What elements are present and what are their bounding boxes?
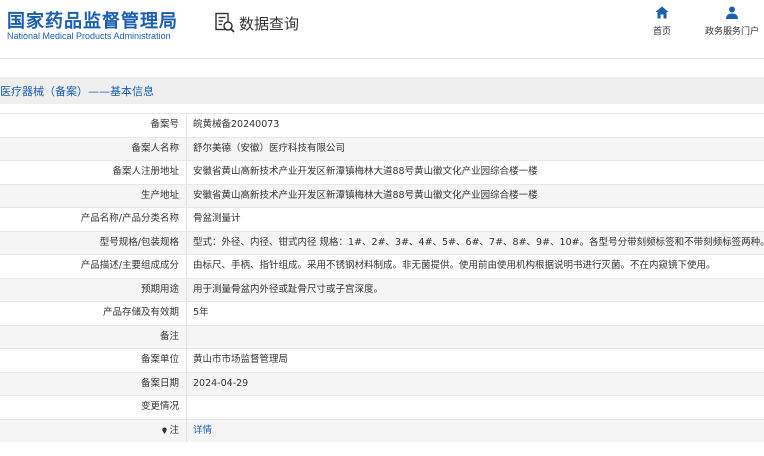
row-value: 5年	[193, 307, 209, 318]
row-value: 安徽省黄山高新技术产业开发区新潭镇梅林大道88号黄山徽文化产业园综合楼一楼	[193, 166, 538, 177]
row-label: 备注	[159, 330, 179, 342]
row-value: 皖黄械备20240073	[193, 119, 280, 130]
row-value: 舒尔美德（安徽）医疗科技有限公司	[193, 142, 346, 154]
row-label: 预期用途	[140, 283, 179, 295]
document-search-icon	[215, 12, 235, 33]
table-row: 型号规格/包装规格 型式：外径、内径、钳式内径 规格：1#、2#、3#、4#、5…	[0, 230, 764, 254]
column-divider	[186, 419, 187, 442]
row-label: 产品名称/产品分类名称	[80, 213, 179, 224]
logo-title[interactable]: 国家药品监督管理局	[7, 7, 178, 33]
column-divider	[186, 184, 187, 207]
row-label: 型号规格/包装规格	[99, 236, 179, 248]
user-icon	[726, 6, 738, 19]
row-label: 产品描述/主要组成成分	[80, 260, 179, 271]
nav-home-label: 首页	[652, 27, 671, 37]
home-icon	[655, 6, 669, 19]
data-query-label: 数据查询	[239, 14, 300, 33]
row-label: 备案日期	[140, 377, 179, 389]
details-link[interactable]: 详情	[193, 420, 764, 443]
column-divider	[186, 161, 187, 184]
nav-service-label: 政务服务门户	[704, 27, 759, 37]
column-divider	[186, 325, 187, 348]
table-row: 备案单位 黄山市市场监督管理局	[0, 348, 764, 372]
column-divider	[186, 255, 187, 278]
logo-subtitle: National Medical Products Administration	[7, 31, 171, 41]
row-label: 备案人名称	[131, 142, 179, 154]
table-row: 变更情况	[0, 395, 764, 419]
table-row: 产品名称/产品分类名称 骨盆测量计	[0, 207, 764, 231]
row-label: 产品存储及有效期	[102, 307, 179, 318]
table-row: 备注	[0, 324, 764, 349]
column-divider	[186, 114, 187, 137]
header-divider	[0, 58, 764, 59]
pin-icon	[162, 426, 168, 434]
nav-home[interactable]: 首页	[648, 6, 676, 37]
row-label: 变更情况	[140, 401, 179, 412]
row-value: 骨盆测量计	[193, 213, 241, 224]
breadcrumb: 医疗器械（备案）——基本信息	[0, 77, 764, 104]
table-row: 备案日期 2024-04-29	[0, 371, 764, 395]
table-row: 预期用途 用于测量骨盆内外径或趾骨尺寸或子宫深度。	[0, 277, 764, 301]
row-label: 生产地址	[140, 189, 179, 201]
column-divider	[186, 396, 187, 419]
table-row: 备案人注册地址 安徽省黄山高新技术产业开发区新潭镇梅林大道88号黄山徽文化产业园…	[0, 160, 764, 184]
row-label: 备案号	[150, 119, 179, 130]
data-query-link[interactable]: 数据查询	[214, 12, 299, 34]
column-divider	[186, 278, 187, 301]
row-value	[193, 326, 764, 349]
row-label: 备案单位	[140, 354, 179, 365]
column-divider	[186, 349, 187, 372]
row-label: 备案人注册地址	[112, 166, 179, 177]
table-row: 产品存储及有效期 5年	[0, 301, 764, 325]
column-divider	[186, 372, 187, 395]
site-header: 国家药品监督管理局 National Medical Products Admi…	[0, 0, 764, 52]
column-divider	[186, 208, 187, 231]
nav-service-portal[interactable]: 政务服务门户	[700, 6, 764, 37]
table-row: 注 详情	[0, 418, 764, 443]
row-value: 2024-04-29	[193, 377, 249, 389]
row-value: 由标尺、手柄、指针组成。采用不锈钢材料制成。非无菌提供。使用前由使用机构根据说明…	[193, 260, 716, 271]
column-divider	[186, 231, 187, 254]
column-divider	[186, 137, 187, 160]
row-label-note: 注	[0, 420, 179, 443]
detail-table: 备案号 皖黄械备20240073 备案人名称 舒尔美德（安徽）医疗科技有限公司 …	[0, 113, 764, 442]
row-value: 用于测量骨盆内外径或趾骨尺寸或子宫深度。	[193, 283, 384, 295]
table-row: 备案人名称 舒尔美德（安徽）医疗科技有限公司	[0, 136, 764, 160]
breadcrumb-text: 医疗器械（备案）——基本信息	[0, 85, 154, 98]
table-row: 生产地址 安徽省黄山高新技术产业开发区新潭镇梅林大道88号黄山徽文化产业园综合楼…	[0, 183, 764, 207]
row-value: 型式：外径、内径、钳式内径 规格：1#、2#、3#、4#、5#、6#、7#、8#…	[193, 236, 764, 248]
row-value	[193, 396, 764, 419]
column-divider	[186, 302, 187, 325]
row-value: 安徽省黄山高新技术产业开发区新潭镇梅林大道88号黄山徽文化产业园综合楼一楼	[193, 189, 538, 201]
table-row: 产品描述/主要组成成分 由标尺、手柄、指针组成。采用不锈钢材料制成。非无菌提供。…	[0, 254, 764, 278]
row-label-text: 注	[169, 424, 179, 436]
table-row: 备案号 皖黄械备20240073	[0, 113, 764, 137]
row-value: 黄山市市场监督管理局	[193, 354, 289, 365]
